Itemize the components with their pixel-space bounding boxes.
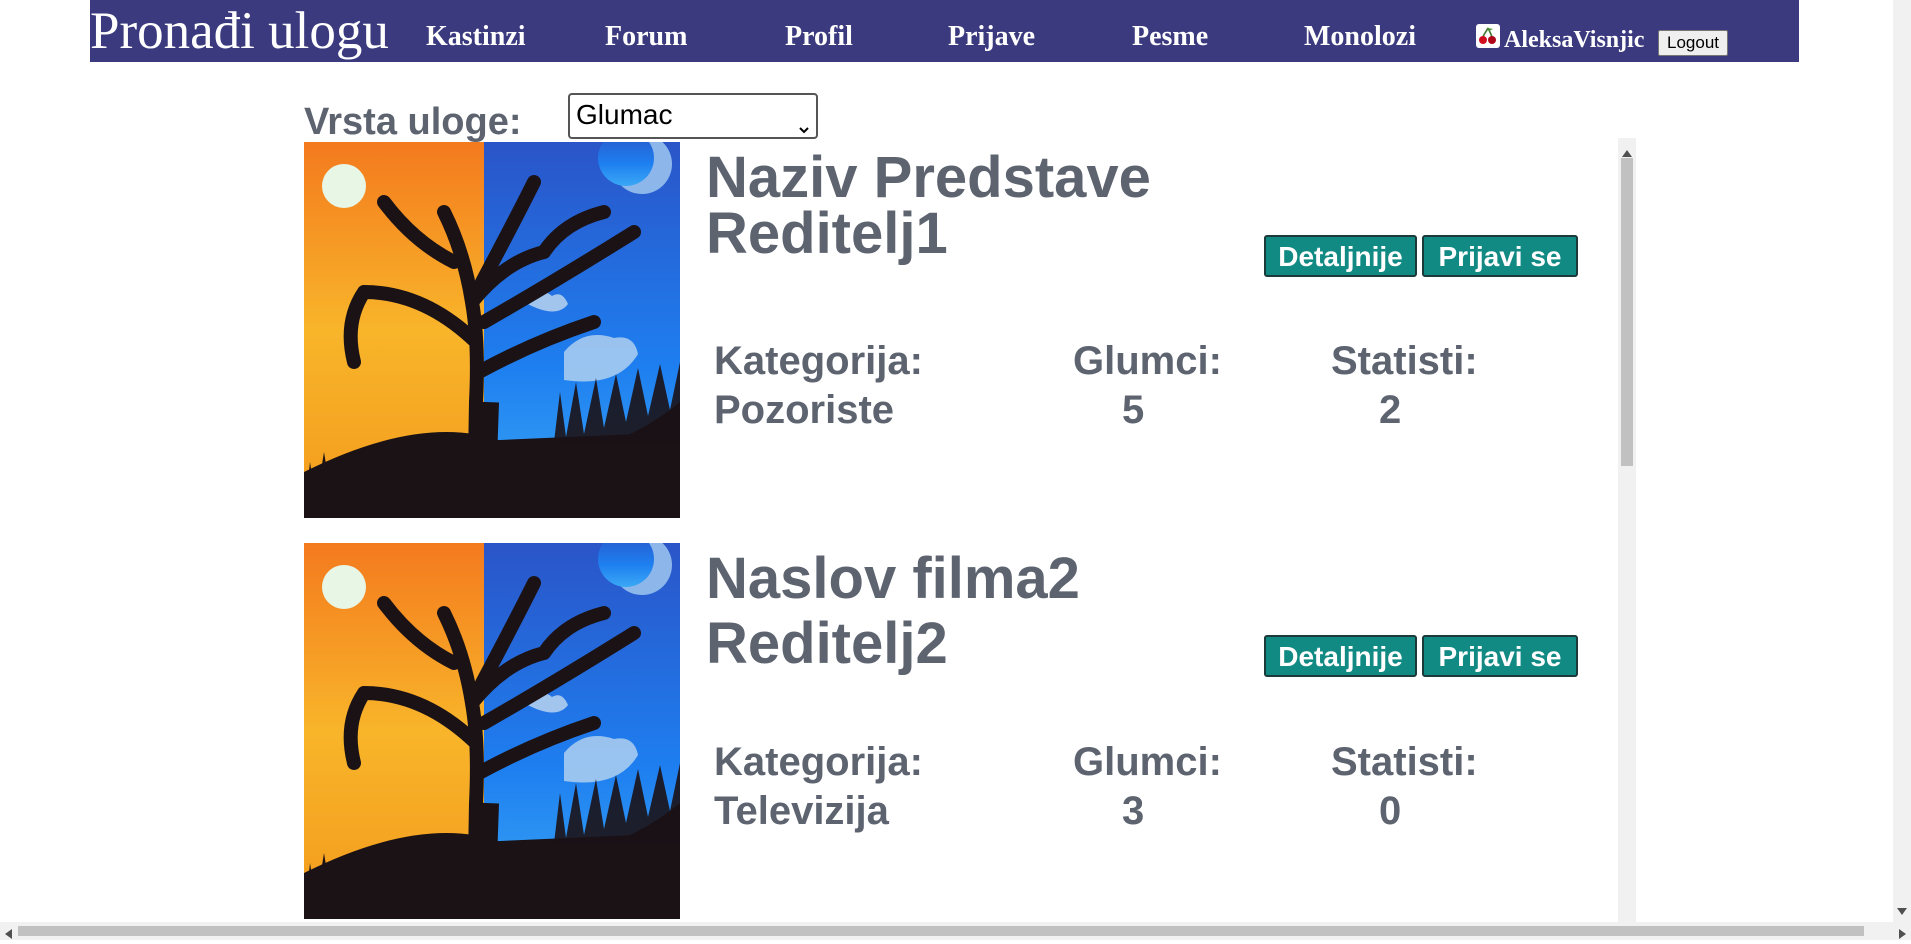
category-label: Kategorija:	[714, 740, 923, 784]
actors-label: Glumci:	[1073, 740, 1222, 784]
nav-link-prijave[interactable]: Prijave	[948, 20, 1035, 54]
details-button[interactable]: Detaljnije	[1264, 235, 1417, 277]
scroll-right-arrow-icon[interactable]	[1899, 926, 1907, 944]
nav-link-monolozi[interactable]: Monolozi	[1304, 20, 1416, 54]
nav-link-forum[interactable]: Forum	[605, 20, 687, 54]
listing-director: Reditelj1	[706, 201, 948, 266]
extras-count: 2	[1379, 388, 1402, 432]
nav-link-pesme[interactable]: Pesme	[1132, 20, 1208, 54]
category-value: Pozoriste	[714, 388, 895, 432]
extras-label: Statisti:	[1331, 339, 1478, 383]
scroll-left-arrow-icon[interactable]	[4, 926, 12, 944]
extras-label: Statisti:	[1331, 740, 1478, 784]
actors-count: 5	[1122, 388, 1145, 432]
actors-count: 3	[1122, 789, 1145, 833]
listing-image	[304, 543, 680, 919]
role-type-select[interactable]: Glumac	[568, 93, 818, 139]
list-scrollbar-thumb[interactable]	[1621, 158, 1633, 466]
horizontal-scrollbar-thumb[interactable]	[18, 926, 1864, 936]
extras-count: 0	[1379, 789, 1402, 833]
apply-button[interactable]: Prijavi se	[1422, 235, 1578, 277]
category-label: Kategorija:	[714, 339, 923, 383]
category-value: Televizija	[714, 789, 889, 833]
listing-director: Reditelj2	[706, 611, 948, 676]
details-button[interactable]: Detaljnije	[1264, 635, 1417, 677]
listing-title: Naslov filma2	[706, 546, 1080, 611]
page-scrollbar-horizontal[interactable]	[0, 922, 1911, 940]
nav-link-kastinzi[interactable]: Kastinzi	[426, 20, 526, 54]
apply-button[interactable]: Prijavi se	[1422, 635, 1578, 677]
scroll-down-arrow-icon[interactable]	[1897, 908, 1907, 916]
list-item: Naslov filma2 Reditelj2 Detaljnije Prija…	[304, 539, 1618, 919]
page-scrollbar-vertical[interactable]	[1893, 0, 1911, 922]
nav-link-profil[interactable]: Profil	[785, 20, 853, 54]
top-navbar: Pronađi ulogu Kastinzi Forum Profil Prij…	[90, 0, 1799, 62]
list-item: Naziv Predstave Reditelj1 Detaljnije Pri…	[304, 138, 1618, 518]
role-type-selected-value: Glumac	[576, 99, 673, 130]
listing-title: Naziv Predstave	[706, 145, 1151, 210]
logout-button[interactable]: Logout	[1658, 30, 1728, 56]
actors-label: Glumci:	[1073, 339, 1222, 383]
username-label[interactable]: AleksaVisnjic	[1504, 25, 1644, 55]
list-scrollbar[interactable]	[1618, 138, 1636, 924]
site-brand[interactable]: Pronađi ulogu	[90, 2, 389, 60]
listing-image	[304, 142, 680, 518]
cherry-icon	[1476, 24, 1500, 48]
casting-list[interactable]: Naziv Predstave Reditelj1 Detaljnije Pri…	[304, 138, 1618, 924]
